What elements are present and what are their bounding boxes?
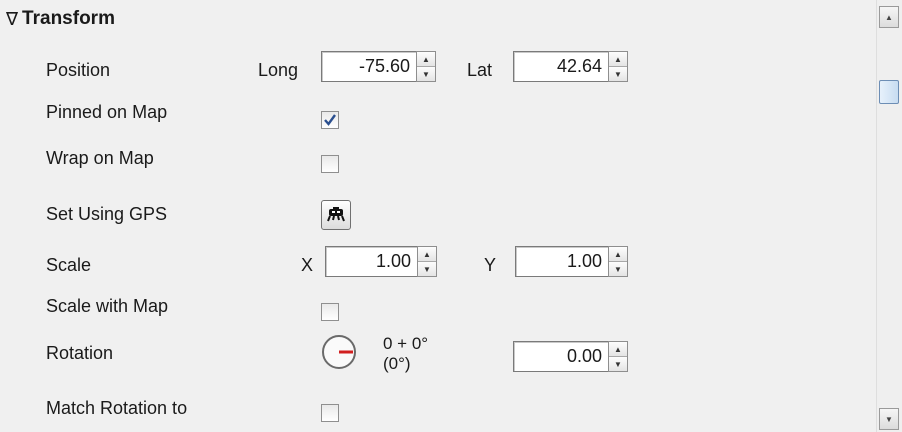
vertical-scrollbar[interactable]: ▲ ▼: [876, 0, 902, 432]
transform-section-header[interactable]: ∇ Transform: [6, 8, 115, 30]
pinned-label: Pinned on Map: [46, 102, 168, 122]
spin-up-icon[interactable]: ▲: [418, 247, 436, 262]
spin-up-icon[interactable]: ▲: [609, 342, 627, 357]
scroll-down-button[interactable]: ▼: [879, 408, 899, 430]
spin-down-icon[interactable]: ▼: [417, 67, 435, 81]
rotation-dial-icon: [322, 335, 356, 369]
spin-up-icon[interactable]: ▲: [609, 247, 627, 262]
scale-with-map-checkbox[interactable]: [321, 303, 339, 321]
section-title: Transform: [22, 8, 115, 29]
scale-with-map-label: Scale with Map: [46, 296, 169, 316]
wrap-label: Wrap on Map: [46, 148, 154, 168]
rotation-spinner[interactable]: ▲ ▼: [608, 341, 628, 372]
match-rotation-label: Match Rotation to: [46, 398, 188, 418]
spin-up-icon[interactable]: ▲: [417, 52, 435, 67]
rotation-readout-line2: (0°): [383, 354, 411, 373]
long-spinner[interactable]: ▲ ▼: [416, 51, 436, 82]
scale-y-input[interactable]: 1.00: [515, 246, 608, 277]
gps-satellite-icon: [327, 207, 345, 222]
position-label: Position: [46, 60, 111, 80]
spin-down-icon[interactable]: ▼: [418, 262, 436, 276]
long-input[interactable]: -75.60: [321, 51, 416, 82]
lat-input[interactable]: 42.64: [513, 51, 608, 82]
rotation-label: Rotation: [46, 343, 114, 363]
long-label: Long: [258, 60, 299, 80]
spin-down-icon[interactable]: ▼: [609, 357, 627, 371]
lat-label: Lat: [467, 60, 493, 80]
match-rotation-checkbox[interactable]: [321, 404, 339, 422]
set-gps-button[interactable]: [321, 200, 351, 230]
gps-label: Set Using GPS: [46, 204, 168, 224]
spin-up-icon[interactable]: ▲: [609, 52, 627, 67]
spin-down-icon[interactable]: ▼: [609, 262, 627, 276]
checkmark-icon: [324, 114, 336, 126]
lat-spinner[interactable]: ▲ ▼: [608, 51, 628, 82]
scale-x-input[interactable]: 1.00: [325, 246, 417, 277]
spin-down-icon[interactable]: ▼: [609, 67, 627, 81]
rotation-input[interactable]: 0.00: [513, 341, 608, 372]
properties-panel: ∇ Transform Position Long -75.60 ▲ ▼ Lat…: [0, 0, 876, 432]
expand-triangle-icon[interactable]: ∇: [6, 9, 18, 30]
scale-x-label: X: [301, 255, 314, 275]
scale-y-label: Y: [484, 255, 497, 275]
pinned-checkbox[interactable]: [321, 111, 339, 129]
scale-label: Scale: [46, 255, 92, 275]
scroll-thumb[interactable]: [879, 80, 899, 104]
scale-x-spinner[interactable]: ▲ ▼: [417, 246, 437, 277]
rotation-dial[interactable]: [321, 334, 357, 375]
rotation-readout-line1: 0 + 0°: [383, 334, 429, 353]
scale-y-spinner[interactable]: ▲ ▼: [608, 246, 628, 277]
wrap-checkbox[interactable]: [321, 155, 339, 173]
scroll-up-button[interactable]: ▲: [879, 6, 899, 28]
